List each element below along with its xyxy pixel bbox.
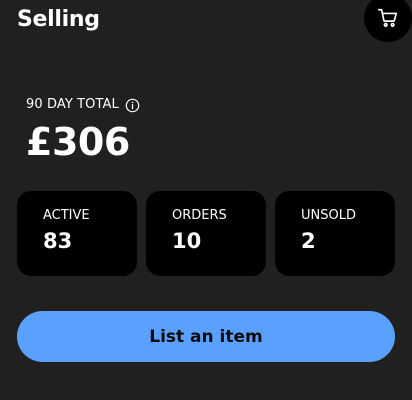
stat-card-unsold[interactable]: UNSOLD 2 [275, 191, 395, 276]
summary-amount: £306 [26, 120, 130, 164]
stat-value: 2 [301, 229, 316, 253]
stat-label: UNSOLD [301, 208, 356, 223]
stat-value: 10 [172, 229, 202, 253]
list-item-button[interactable]: List an item [17, 311, 395, 362]
stat-label: ACTIVE [43, 208, 90, 223]
stat-card-orders[interactable]: ORDERS 10 [146, 191, 266, 276]
summary-header: 90 DAY TOTAL [26, 97, 140, 113]
cart-icon [377, 7, 399, 29]
page-title: Selling [17, 7, 100, 32]
cart-button[interactable] [364, 0, 412, 42]
stat-value: 83 [43, 229, 73, 253]
info-icon[interactable] [125, 98, 140, 113]
stat-label: ORDERS [172, 208, 227, 223]
stat-card-active[interactable]: ACTIVE 83 [17, 191, 137, 276]
summary-label: 90 DAY TOTAL [26, 97, 119, 112]
